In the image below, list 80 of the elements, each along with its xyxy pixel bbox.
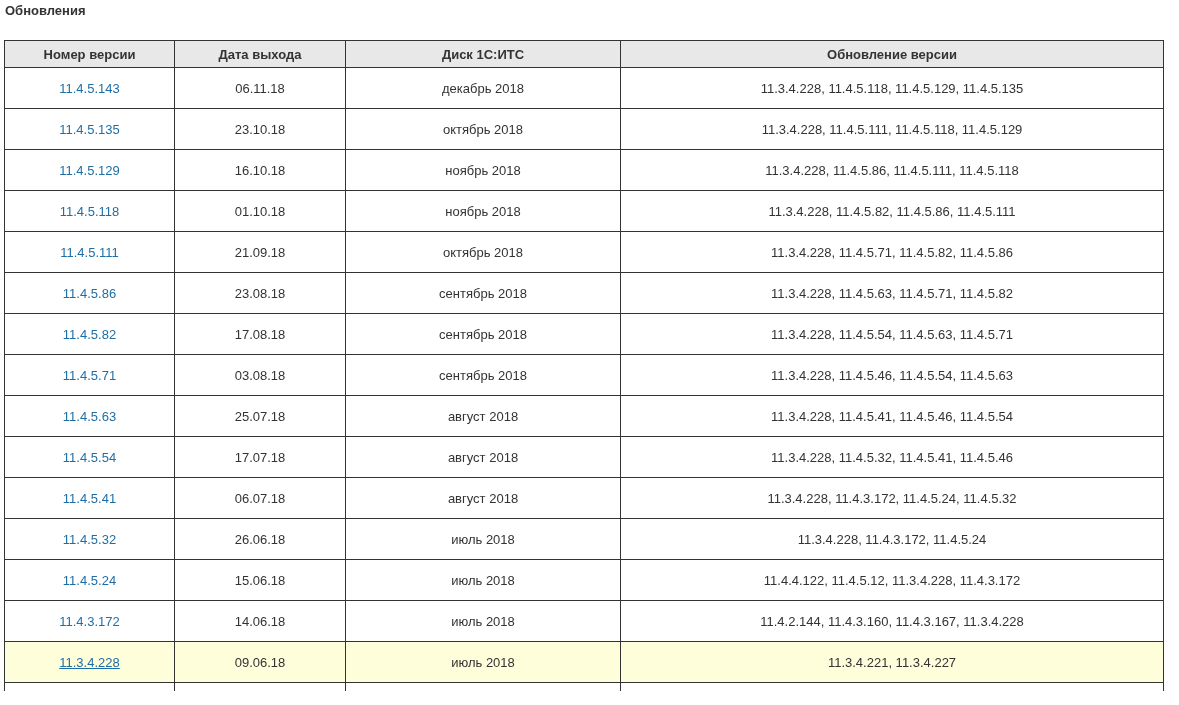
table-row[interactable]: 11.4.5.32 26.06.18 июль 2018 11.3.4.228, 11.4.3.172, 11.4.5.24	[4, 518, 1164, 560]
version-link[interactable]: 11.3.4.228	[59, 654, 120, 670]
table-cell: 11.3.4.228, 11.4.5.86, 11.4.5.111, 11.4.5.118	[765, 162, 1019, 178]
table-cell: 11.4.4.122, 11.4.5.12, 11.3.4.228, 11.4.3.172	[763, 572, 1021, 588]
table-cell: 11.3.4.228, 11.4.5.111, 11.4.5.118, 11.4.5.129	[761, 121, 1023, 137]
table-cell: сентябрь 2018	[439, 367, 527, 383]
table-cell: 11.3.4.228, 11.4.5.54, 11.4.5.63, 11.4.5.71	[771, 326, 1013, 342]
version-link[interactable]: 11.4.5.63	[62, 408, 117, 424]
table-cell: 23.10.18	[234, 121, 286, 137]
version-link[interactable]: 11.4.5.71	[62, 367, 117, 383]
table-row[interactable]: 11.4.3.172 14.06.18 июль 2018 11.4.2.144, 11.4.3.160, 11.4.3.167, 11.3.4.228	[4, 600, 1164, 642]
table-cell: 06.11.18	[235, 80, 285, 96]
version-link[interactable]: 11.4.5.41	[62, 490, 117, 506]
table-cell: 11.3.4.228, 11.4.3.172, 11.4.5.24, 11.4.5.32	[767, 490, 1017, 506]
table-row[interactable]: 11.4.5.24 15.06.18 июль 2018 11.4.4.122, 11.4.5.12, 11.3.4.228, 11.4.3.172	[4, 559, 1164, 601]
table-row[interactable]: 11.4.5.118 01.10.18 ноябрь 2018 11.3.4.228, 11.4.5.82, 11.4.5.86, 11.4.5.111	[4, 190, 1164, 232]
table-cell: ноябрь 2018	[445, 203, 521, 219]
table-cell: 15.06.18	[234, 572, 286, 588]
table-cell: октябрь 2018	[442, 121, 523, 137]
table-row[interactable]: 11.4.5.135 23.10.18 октябрь 2018 11.3.4.228, 11.4.5.111, 11.4.5.118, 11.4.5.129	[4, 108, 1164, 150]
version-link[interactable]: 11.4.5.129	[59, 162, 120, 178]
table-cell: 11.4.2.144, 11.4.3.160, 11.4.3.167, 11.3.4.228	[760, 613, 1024, 629]
version-link[interactable]: 11.4.5.82	[62, 326, 117, 342]
table-cell: 14.06.18	[234, 613, 286, 629]
table-row[interactable]: 11.4.5.143 06.11.18 декабрь 2018 11.3.4.228, 11.4.5.118, 11.4.5.129, 11.4.5.135	[4, 67, 1164, 109]
table-cell: 16.10.18	[234, 162, 286, 178]
table-row[interactable]: 11.4.5.71 03.08.18 сентябрь 2018 11.3.4.228, 11.4.5.46, 11.4.5.54, 11.4.5.63	[4, 354, 1164, 396]
table-cell: июль 2018	[451, 572, 515, 588]
table-cell: сентябрь 2018	[439, 285, 527, 301]
table-cell: октябрь 2018	[442, 244, 523, 260]
version-link[interactable]: 11.4.5.32	[62, 531, 117, 547]
table-cell: 25.07.18	[234, 408, 286, 424]
column-header: Номер версии	[4, 40, 175, 68]
table-cell: 11.3.4.228, 11.4.5.41, 11.4.5.46, 11.4.5.54	[771, 408, 1013, 424]
version-link[interactable]: 11.4.5.86	[62, 285, 117, 301]
table-cell: 11.3.4.228, 11.4.5.82, 11.4.5.86, 11.4.5.111	[768, 203, 1016, 219]
table-row[interactable]: 11.4.5.63 25.07.18 август 2018 11.3.4.228, 11.4.5.41, 11.4.5.46, 11.4.5.54	[4, 395, 1164, 437]
table-cell: 17.07.18	[234, 449, 286, 465]
table-cell: 11.3.4.228, 11.4.5.118, 11.4.5.129, 11.4.5.135	[760, 80, 1024, 96]
table-cell: 17.08.18	[234, 326, 286, 342]
table-cell: 11.3.4.228, 11.4.3.172, 11.4.5.24	[797, 531, 987, 547]
version-link[interactable]: 11.4.5.118	[59, 203, 120, 219]
version-link[interactable]: 11.4.5.143	[59, 80, 120, 96]
table-cell: 11.3.4.228, 11.4.5.71, 11.4.5.82, 11.4.5.86	[771, 244, 1013, 260]
table-row[interactable]: 11.4.5.82 17.08.18 сентябрь 2018 11.3.4.228, 11.4.5.54, 11.4.5.63, 11.4.5.71	[4, 313, 1164, 355]
table-cell: 06.07.18	[234, 490, 286, 506]
table-cell: ноябрь 2018	[445, 162, 521, 178]
table-cell: август 2018	[447, 449, 519, 465]
column-header: Дата выхода	[174, 40, 346, 68]
version-link[interactable]: 11.4.5.54	[62, 449, 117, 465]
table-row[interactable]: 11.4.5.86 23.08.18 сентябрь 2018 11.3.4.228, 11.4.5.63, 11.4.5.71, 11.4.5.82	[4, 272, 1164, 314]
table-cell: 11.3.4.221, 11.3.4.227	[827, 654, 957, 670]
version-link[interactable]: 11.4.3.172	[59, 613, 120, 629]
section-title: Обновления	[4, 4, 87, 18]
table-row[interactable]: 11.4.5.111 21.09.18 октябрь 2018 11.3.4.228, 11.4.5.71, 11.4.5.82, 11.4.5.86	[4, 231, 1164, 273]
table-cell: июль 2018	[451, 531, 515, 547]
table-cell: 01.10.18	[234, 203, 286, 219]
table-cell: 11.3.4.228, 11.4.5.32, 11.4.5.41, 11.4.5.46	[771, 449, 1013, 465]
version-link[interactable]: 11.4.5.111	[60, 244, 119, 260]
table-cell: 26.06.18	[234, 531, 286, 547]
table-row[interactable]: 11.4.5.41 06.07.18 август 2018 11.3.4.228, 11.4.3.172, 11.4.5.24, 11.4.5.32	[4, 477, 1164, 519]
table-cell: 11.3.4.228, 11.4.5.46, 11.4.5.54, 11.4.5.63	[771, 367, 1013, 383]
table-row[interactable]: 11.4.5.129 16.10.18 ноябрь 2018 11.3.4.228, 11.4.5.86, 11.4.5.111, 11.4.5.118	[4, 149, 1164, 191]
table-cell: декабрь 2018	[442, 80, 524, 96]
column-header: Диск 1С:ИТС	[345, 40, 621, 68]
table-cell: сентябрь 2018	[439, 326, 527, 342]
version-link[interactable]: 11.4.5.135	[59, 121, 120, 137]
table-cell: 09.06.18	[234, 654, 286, 670]
table-cell: июль 2018	[451, 654, 515, 670]
table-cell: 21.09.18	[234, 244, 286, 260]
table-cell: июль 2018	[451, 613, 515, 629]
version-link[interactable]: 11.4.5.24	[62, 572, 117, 588]
table-cell: август 2018	[447, 490, 519, 506]
table-cell: 03.08.18	[234, 367, 286, 383]
table-cell: 23.08.18	[234, 285, 286, 301]
table-row[interactable]: 11.3.4.228 09.06.18 июль 2018 11.3.4.221, 11.3.4.227	[4, 641, 1164, 683]
table-cell: 11.3.4.228, 11.4.5.63, 11.4.5.71, 11.4.5.82	[771, 285, 1013, 301]
column-header: Обновление версии	[620, 40, 1164, 68]
table-row[interactable]: 11.4.5.54 17.07.18 август 2018 11.3.4.228, 11.4.5.32, 11.4.5.41, 11.4.5.46	[4, 436, 1164, 478]
table-cell: август 2018	[447, 408, 519, 424]
